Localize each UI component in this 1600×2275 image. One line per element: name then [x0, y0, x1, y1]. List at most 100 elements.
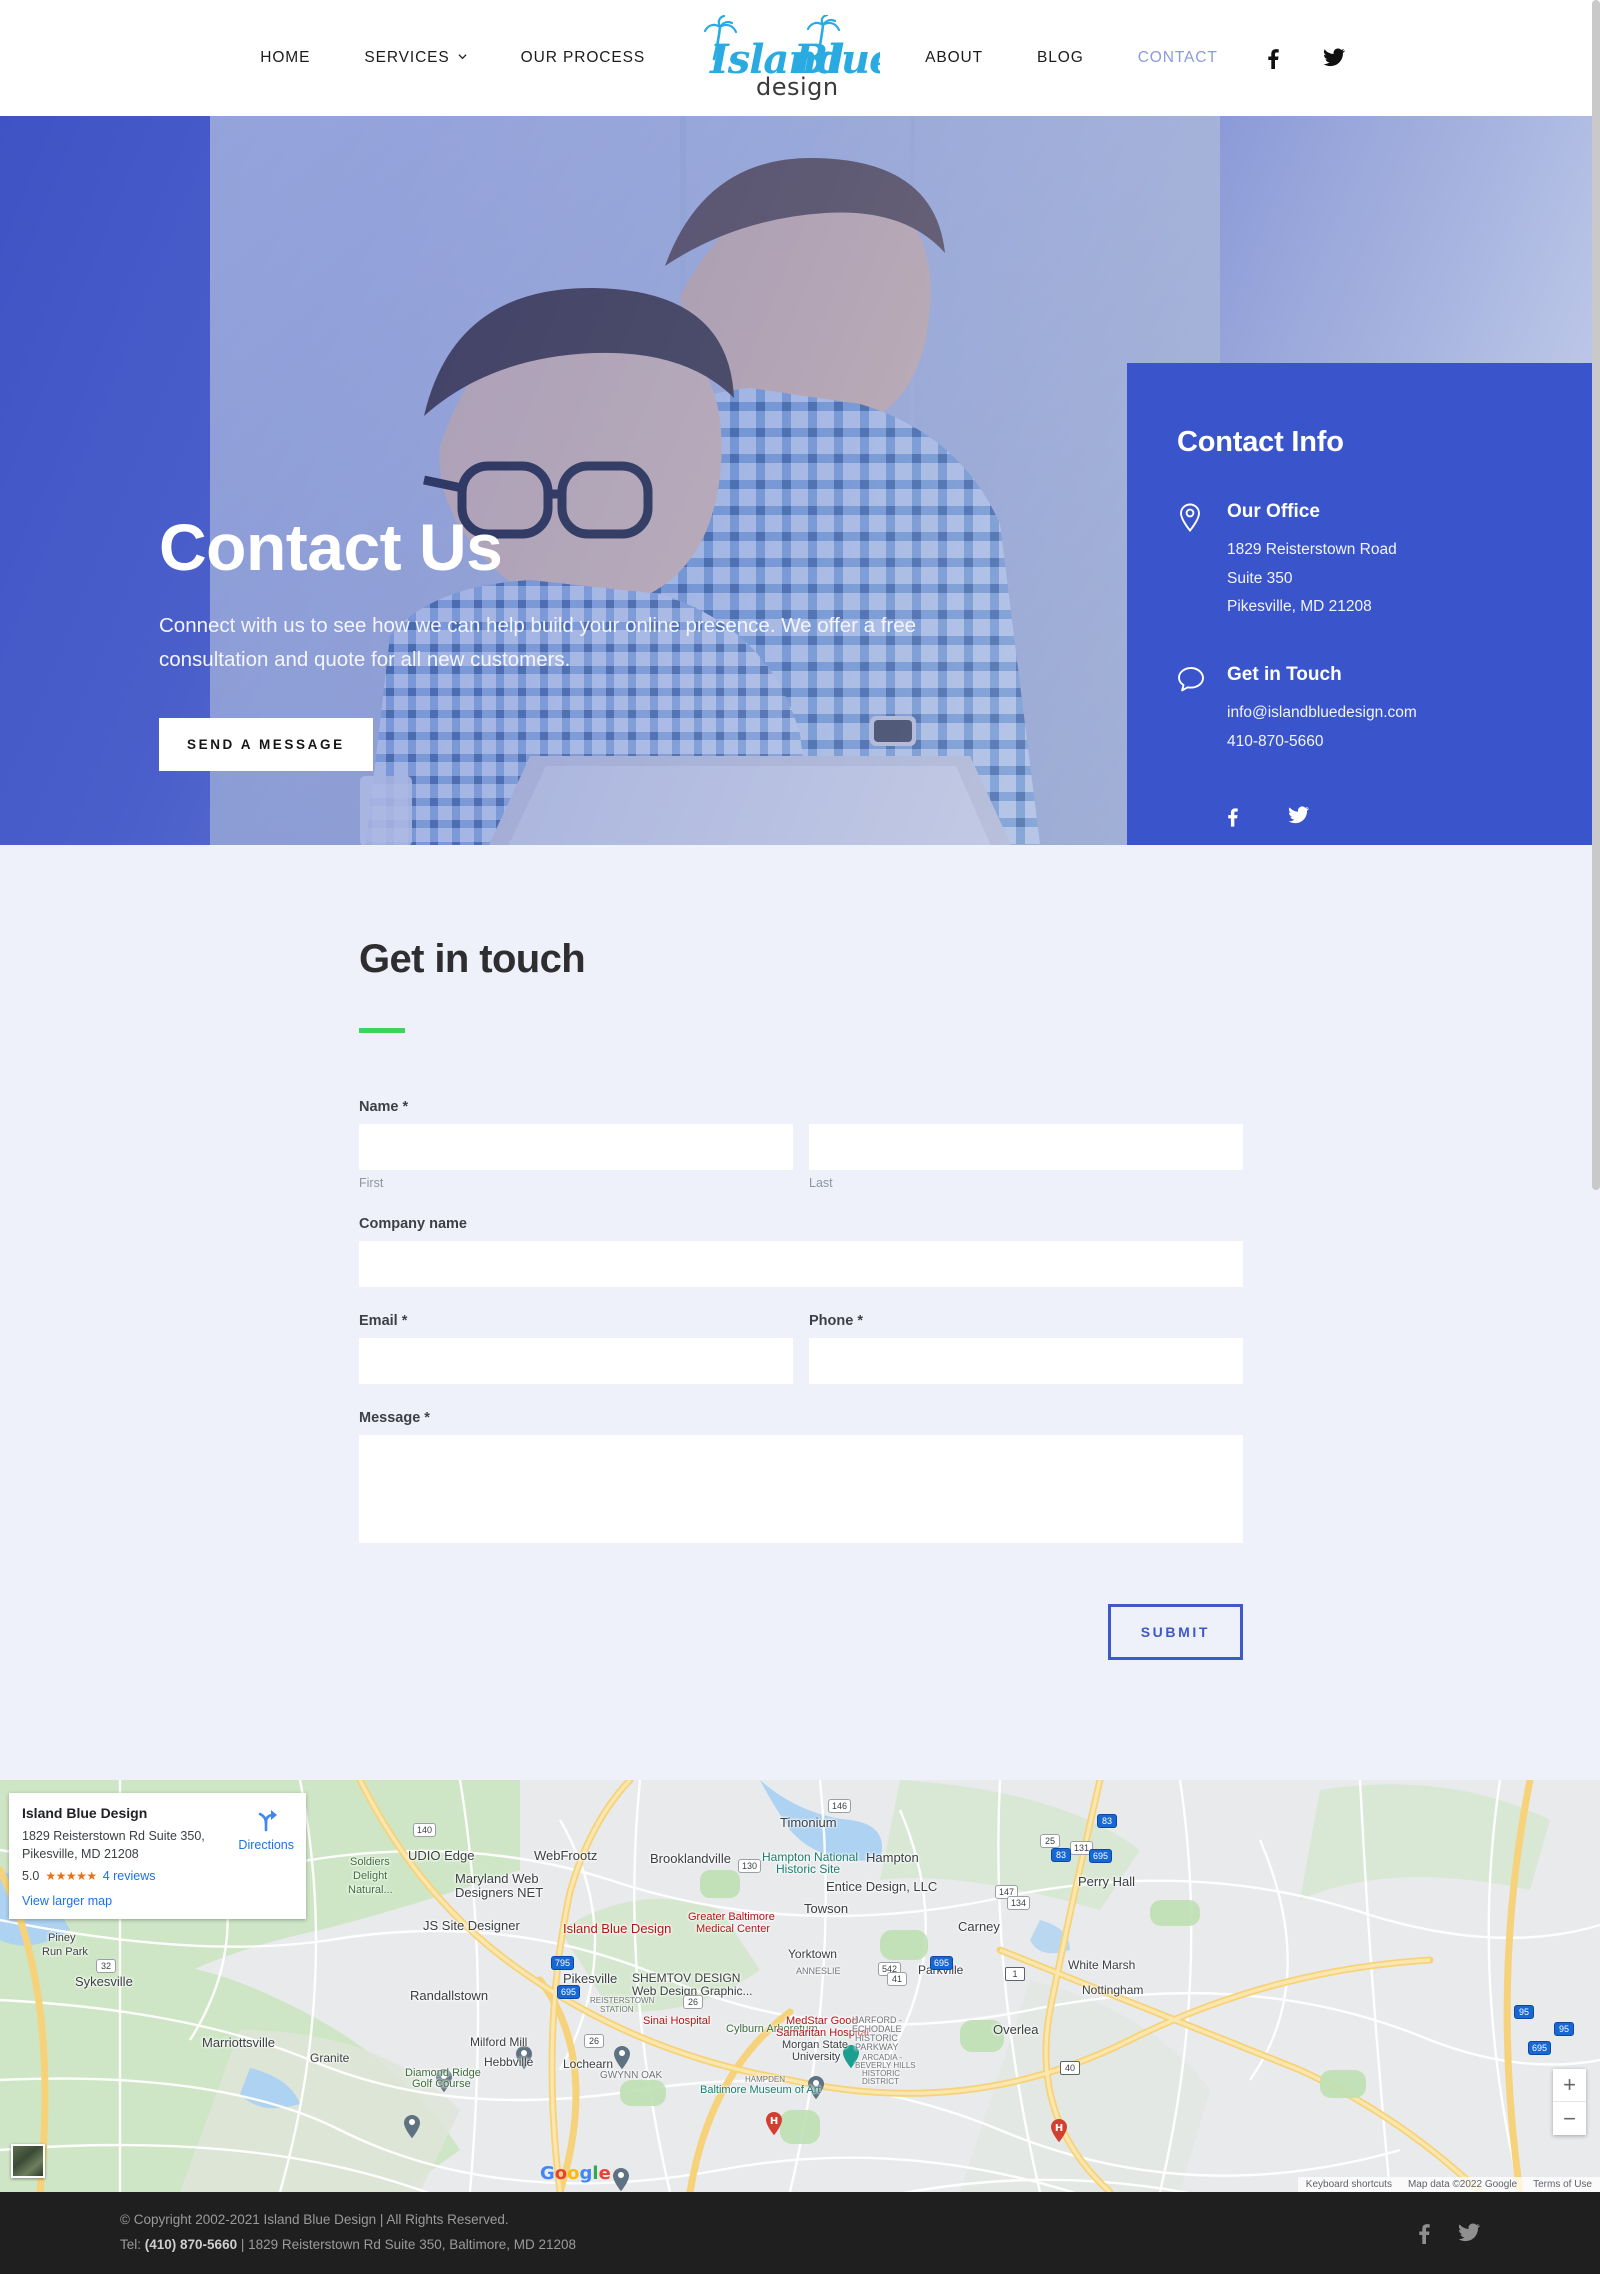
nav-item-services[interactable]: SERVICES [337, 49, 493, 67]
main-navigation: HOME SERVICES OUR PROCESS Island Blu des… [0, 0, 1600, 116]
company-field-group: Company name [359, 1216, 1243, 1287]
office-block: Our Office 1829 Reisterstown Road Suite … [1177, 501, 1600, 622]
island-blue-design-logo-icon: Island Blue design [704, 15, 880, 101]
map-pin-icon [1177, 501, 1205, 622]
footer-text-block: © Copyright 2002-2021 Island Blue Design… [120, 2208, 576, 2258]
footer-twitter-icon[interactable] [1458, 2223, 1480, 2243]
send-a-message-button[interactable]: SEND A MESSAGE [159, 717, 373, 771]
contact-form-section: Get in touch Name * First Last Company n… [0, 845, 1600, 1780]
nav-twitter-icon[interactable] [1301, 48, 1367, 68]
map-zoom-out-button[interactable]: − [1553, 2102, 1586, 2135]
map-data-credit: Map data ©2022 Google [1407, 2179, 1518, 2190]
contact-info-panel: Contact Info Our Office 1829 Reisterstow… [1127, 363, 1600, 845]
last-name-sublabel: Last [809, 1176, 833, 1190]
nav-right-group: ABOUT BLOG CONTACT [898, 47, 1367, 69]
map-zoom-in-button[interactable]: + [1553, 2069, 1586, 2102]
message-field-group: Message * [359, 1410, 1243, 1548]
panel-social-links [1227, 806, 1600, 827]
email-label: Email * [359, 1313, 408, 1329]
chevron-down-icon [458, 52, 467, 61]
google-logo: Google [540, 2163, 611, 2184]
map-keyboard-shortcuts-link[interactable]: Keyboard shortcuts [1306, 2179, 1392, 2190]
contact-form: Name * First Last Company name Email * P… [359, 1099, 1243, 1660]
company-label: Company name [359, 1216, 467, 1232]
map-reviews-link[interactable]: 4 reviews [103, 1869, 156, 1883]
map-rating-stars: ★★★★★ [45, 1869, 97, 1884]
footer-facebook-icon[interactable] [1418, 2222, 1430, 2244]
get-in-touch-heading: Get in Touch [1227, 664, 1342, 686]
hero-subtitle: Connect with us to see how we can help b… [159, 614, 917, 671]
footer-copyright: © Copyright 2002-2021 Island Blue Design… [120, 2212, 509, 2228]
footer-tel-suffix: | 1829 Reisterstown Rd Suite 350, Baltim… [237, 2237, 577, 2252]
nav-left-group: HOME SERVICES OUR PROCESS [233, 49, 672, 67]
footer-inner: © Copyright 2002-2021 Island Blue Design… [120, 2192, 1480, 2274]
office-text: Our Office 1829 Reisterstown Road Suite … [1227, 501, 1397, 622]
contact-info-heading: Contact Info [1177, 426, 1344, 458]
phone-label: Phone * [809, 1313, 863, 1329]
map-directions-button[interactable]: Directions [238, 1809, 294, 1854]
nav-item-label: SERVICES [364, 49, 450, 66]
nav-item-label: HOME [260, 49, 311, 66]
nav-item-contact[interactable]: CONTACT [1111, 49, 1245, 67]
map-place-card: Island Blue Design 1829 Reisterstown Rd … [9, 1793, 306, 1920]
name-label: Name * [359, 1099, 409, 1115]
scrollbar-thumb[interactable] [1592, 0, 1600, 1190]
name-field-group: Name * First Last [359, 1099, 1243, 1190]
email-phone-group: Email * Phone * [359, 1313, 1243, 1384]
office-heading: Our Office [1227, 501, 1320, 522]
office-address-line1: 1829 Reisterstown Road [1227, 541, 1397, 558]
nav-facebook-icon[interactable] [1245, 47, 1301, 69]
name-row: First Last [359, 1124, 1243, 1190]
map-rating-row: 5.0 ★★★★★ 4 reviews [22, 1869, 293, 1883]
contact-form-container: Get in touch Name * First Last Company n… [357, 937, 1243, 1660]
hero-content: Contact Us Connect with us to see how we… [0, 116, 1600, 845]
form-heading: Get in touch [359, 937, 586, 981]
map-rating-score: 5.0 [22, 1869, 40, 1884]
submit-row: SUBMIT [359, 1604, 1243, 1660]
nav-item-about[interactable]: ABOUT [898, 49, 1010, 67]
message-label: Message * [359, 1410, 430, 1426]
directions-label: Directions [238, 1838, 294, 1852]
nav-item-label: BLOG [1037, 49, 1084, 66]
office-address: 1829 Reisterstown Road Suite 350 Pikesvi… [1227, 536, 1397, 622]
map-terms-of-use-link[interactable]: Terms of Use [1533, 2179, 1592, 2190]
footer-social-links [1418, 2222, 1480, 2244]
map-address-line1: 1829 Reisterstown Rd Suite 350, [22, 1829, 205, 1843]
first-name-input[interactable] [359, 1124, 793, 1170]
phone-input[interactable] [809, 1338, 1243, 1384]
nav-item-home[interactable]: HOME [233, 49, 337, 67]
phone-col: Phone * [809, 1313, 1243, 1384]
submit-button[interactable]: SUBMIT [1107, 1604, 1243, 1660]
nav-item-blog[interactable]: BLOG [1010, 49, 1111, 67]
contact-email[interactable]: info@islandbluedesign.com [1227, 699, 1417, 728]
location-map[interactable]: H H EldersburgSykesvillePineyRun ParkLib… [0, 1780, 1600, 2192]
map-attribution-bar: Keyboard shortcuts Map data ©2022 Google… [1297, 2177, 1600, 2192]
first-name-sublabel: First [359, 1176, 384, 1190]
nav-item-our-process[interactable]: OUR PROCESS [494, 49, 672, 67]
page-scrollbar[interactable] [1592, 0, 1600, 1210]
site-logo[interactable]: Island Blue design [690, 15, 880, 101]
email-col: Email * [359, 1313, 793, 1384]
heading-accent-bar [359, 1028, 405, 1033]
panel-twitter-icon[interactable] [1288, 806, 1309, 827]
email-input[interactable] [359, 1338, 793, 1384]
nav-item-label: CONTACT [1137, 49, 1218, 66]
panel-facebook-icon[interactable] [1227, 806, 1238, 827]
company-name-input[interactable] [359, 1241, 1243, 1287]
footer-contact-line: Tel: (410) 870-5660 | 1829 Reisterstown … [120, 2233, 576, 2258]
office-address-line3: Pikesville, MD 21208 [1227, 598, 1372, 616]
get-in-touch-block: Get in Touch info@islandbluedesign.com 4… [1177, 664, 1600, 756]
get-in-touch-text: Get in Touch info@islandbluedesign.com 4… [1227, 664, 1417, 756]
footer-tel-prefix: Tel: [120, 2237, 145, 2252]
nav-item-label: ABOUT [925, 49, 984, 66]
hero-section: Contact Us Connect with us to see how we… [0, 116, 1600, 845]
svg-text:design: design [756, 73, 839, 101]
map-view-larger-link[interactable]: View larger map [22, 1894, 293, 1908]
footer-tel-number[interactable]: (410) 870-5660 [145, 2237, 237, 2252]
contact-phone[interactable]: 410-870-5660 [1227, 728, 1417, 757]
message-textarea[interactable] [359, 1435, 1243, 1543]
last-name-input[interactable] [809, 1124, 1243, 1170]
street-view-thumbnail[interactable] [11, 2144, 45, 2178]
nav-item-label: OUR PROCESS [520, 49, 646, 66]
map-zoom-controls: + − [1553, 2069, 1586, 2135]
